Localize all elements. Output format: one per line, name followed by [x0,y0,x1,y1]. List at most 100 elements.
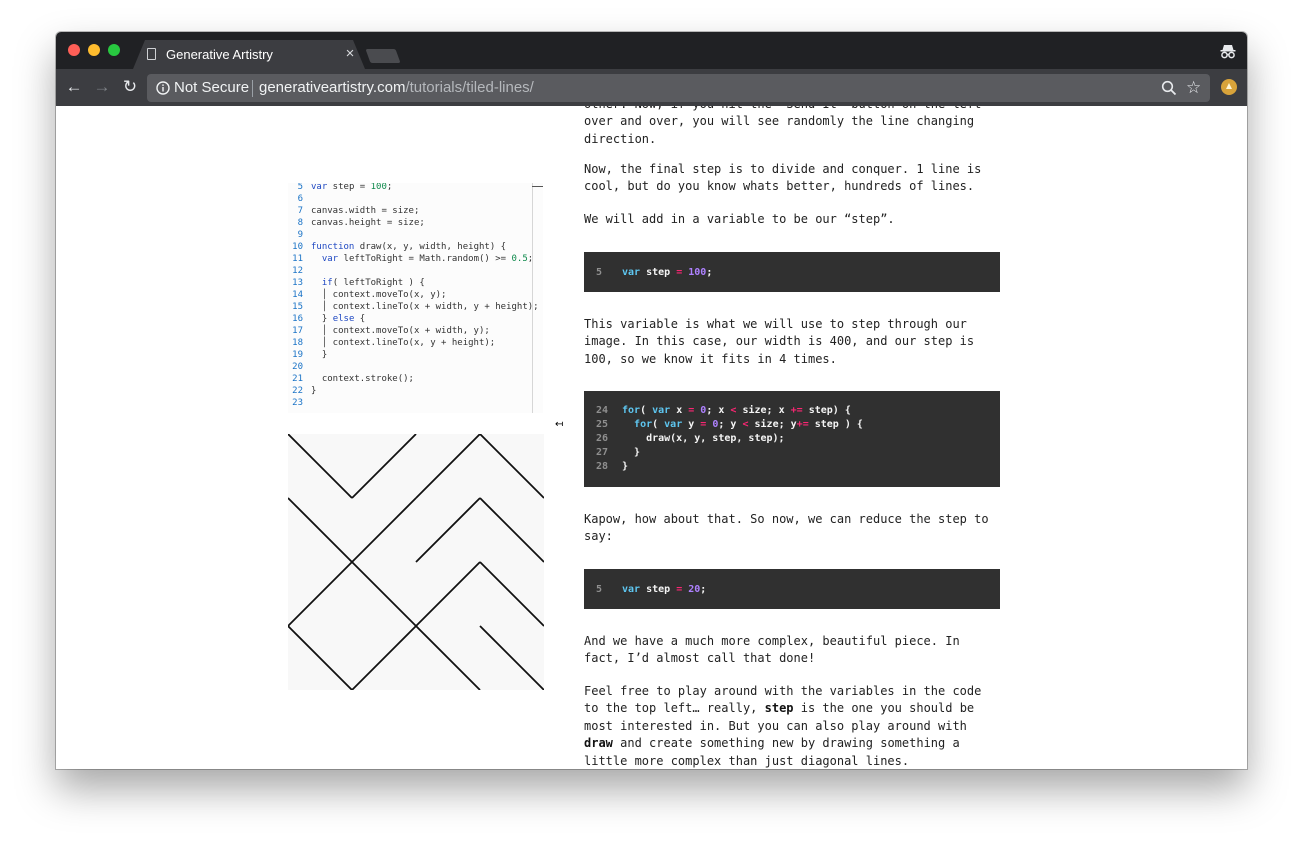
code-token: draw(x, y, step, step); [622,433,785,444]
close-window-button[interactable] [68,44,80,56]
reload-icon[interactable]: ↻ [121,78,139,96]
code-token: size; y [748,419,797,430]
editor-line[interactable]: 19 } [288,349,327,361]
zoom-window-button[interactable] [108,44,120,56]
url-path: /tutorials/tiled-lines/ [405,79,534,96]
info-icon[interactable] [156,81,170,95]
code-token: ( [652,419,665,430]
text-line: This variable is what we will use to ste… [584,316,1000,333]
editor-line[interactable]: 15 │ context.lineTo(x + width, y + heigh… [288,301,538,313]
editor-line[interactable]: 22} [288,385,316,397]
code-token: │ context.moveTo(x, y); [311,290,447,300]
code-token: 0.5 [511,254,528,264]
text-line: And we have a much more complex, beautif… [584,633,1000,650]
back-arrow-icon[interactable]: ← [65,78,83,96]
code-token: Kapow, how about that. So now, we can re… [584,512,989,526]
code-token: ; [706,267,713,278]
star-icon[interactable]: ☆ [1186,78,1201,98]
code-token: little more complex than just diagonal l… [584,753,910,768]
code-token: } [622,447,641,458]
line-number: 20 [292,362,303,372]
extension-icon[interactable] [1221,79,1237,95]
code-token: for [622,405,641,416]
zoom-icon[interactable] [1161,80,1177,96]
url-text[interactable]: generativeartistry.com/tutorials/tiled-l… [259,79,534,96]
close-icon[interactable]: × [342,45,358,62]
forward-arrow-icon[interactable]: → [93,78,111,96]
security-label[interactable]: Not Secure [174,79,249,96]
paragraph-variable-explained: This variable is what we will use to ste… [584,316,1000,368]
code-token: if [321,278,333,288]
text-line: direction. [584,131,1000,148]
tile-line [479,497,544,563]
editor-line[interactable]: 11 var leftToRight = Math.random() >= 0.… [288,253,533,265]
minimize-window-button[interactable] [88,44,100,56]
code-token: ( [640,405,653,416]
code-line: 5 var step = 20; [596,583,706,597]
code-token: And we have a much more complex, beautif… [584,634,960,648]
code-token: We will add in a variable to be our “ste… [584,212,895,226]
code-token: canvas.height = size; [311,218,425,228]
code-line-number: 5 [596,267,603,278]
code-line-number: 26 [596,433,609,444]
line-number: 16 [292,314,303,324]
code-token: else [332,314,355,324]
address-separator [252,80,253,97]
incognito-icon [1220,45,1236,59]
code-token: Now, the final step is to divide and con… [584,162,982,176]
editor-line[interactable]: 21 context.stroke(); [288,373,414,385]
url-domain: generativeartistry.com [259,79,406,96]
text-line: Kapow, how about that. So now, we can re… [584,511,1000,528]
code-token: 100 [370,183,387,192]
editor-line[interactable]: 17 │ context.moveTo(x + width, y); [288,325,490,337]
tile-line [479,434,544,499]
line-number: 15 [292,302,303,312]
code-line: 28} [596,460,628,474]
code-token: draw [584,736,613,751]
code-token: step [640,267,677,278]
tile-line [351,434,417,499]
collapse-panel-icon[interactable]: ↤ [555,419,563,430]
editor-line[interactable]: 5 var step = 100; [288,183,393,193]
code-token: canvas.width = size; [311,206,420,216]
editor-line[interactable]: 10 function draw(x, y, width, height) { [288,241,506,253]
tile-line [479,561,544,627]
code-token: var [664,419,683,430]
editor-line[interactable]: 7 canvas.width = size; [288,205,420,217]
code-token: var [311,183,328,192]
line-number: 11 [292,254,303,264]
editor-line[interactable]: 18 │ context.lineTo(x, y + height); [288,337,495,349]
tile-line [288,434,353,499]
tile-line [288,561,353,627]
code-line: 5 var step = 100; [596,266,712,280]
editor-line[interactable]: 9 [288,229,311,241]
code-token: y [682,419,701,430]
code-token: over and over, you will see randomly the… [584,114,975,129]
editor-line[interactable]: 23 [288,397,311,409]
new-tab-button[interactable] [365,49,401,63]
text-line: 100, so we know it fits in 4 times. [584,351,1000,368]
code-token: image. In this case, our width is 400, a… [584,334,975,349]
editor-line[interactable]: 13 if( leftToRight ) { [288,277,425,289]
browser-tab[interactable]: Generative Artistry × [133,40,365,69]
text-line: most interested in. But you can also pla… [584,718,1000,735]
code-token: var [622,584,641,595]
editor-line[interactable]: 12 [288,265,311,277]
editor-line[interactable]: 16 } else { [288,313,365,325]
code-token: 100, so we know it fits in 4 times. [584,351,837,366]
editor-line[interactable]: 20 [288,361,311,373]
editor-line[interactable]: 8 canvas.height = size; [288,217,425,229]
code-token: var [652,405,671,416]
editor-line[interactable]: 6 [288,193,311,205]
editor-line[interactable]: 14 │ context.moveTo(x, y); [288,289,446,301]
tile-line [351,625,417,690]
code-token: } [311,350,328,360]
tile-line [415,561,481,627]
text-line: cool, but do you know whats better, hund… [584,178,1000,195]
code-editor[interactable]: 5 var step = 100; 6 7 canvas.width = size; 8 c… [288,183,543,413]
code-token: ( leftToRight ) { [332,278,425,288]
address-bar[interactable]: Not Secure generativeartistry.com/tutori… [147,74,1210,102]
line-number: 14 [292,290,303,300]
tile-line [288,625,353,690]
